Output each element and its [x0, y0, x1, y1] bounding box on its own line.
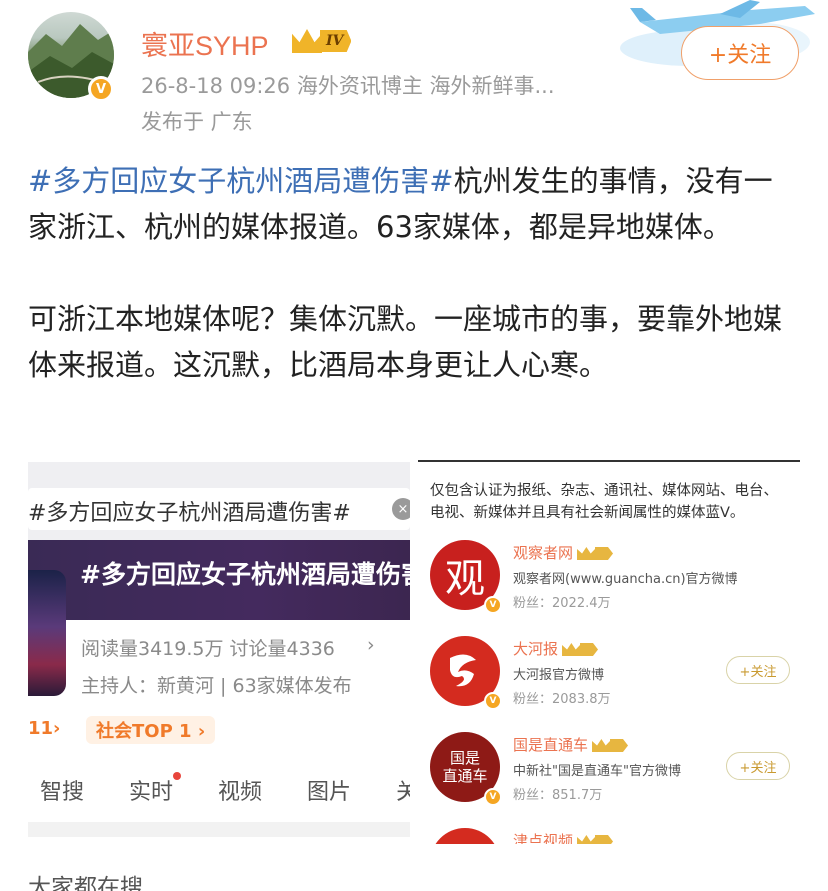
post-text-paragraph2: 可浙江本地媒体呢？集体沉默。一座城市的事，要靠外地媒体来报道。这沉默，比酒局本身… [28, 302, 783, 382]
media-name-text: 津点视频 [513, 832, 574, 844]
media-name[interactable]: 大河报 [513, 638, 599, 659]
follow-button[interactable]: +关注 [726, 752, 790, 780]
rank-badge-social-top[interactable]: 社会TOP 1 › [86, 716, 216, 744]
clear-icon[interactable]: × [392, 498, 410, 520]
media-fans: 粉丝：2083.8万 [513, 692, 611, 707]
crown-icon [577, 547, 614, 560]
tab-realtime[interactable]: 实时 [129, 772, 182, 806]
search-query: #多方回应女子杭州酒局遭伤害# [28, 501, 351, 526]
chevron-right-icon[interactable]: › [367, 634, 375, 656]
verified-badge-icon: V [484, 692, 502, 710]
crown-icon [577, 835, 614, 844]
media-fans: 粉丝：851.7万 [513, 788, 603, 803]
tab-more[interactable]: 关 [396, 774, 410, 806]
verified-badge-icon: V [484, 788, 502, 806]
post-meta: 26-8-18 09:26 海外资讯博主 海外新鲜事... [141, 74, 555, 98]
media-name-text: 观察者网 [513, 544, 574, 562]
rank-badge[interactable]: 11› [28, 718, 60, 739]
attached-image-media-list[interactable]: 仅包含认证为报纸、杂志、通讯社、媒体网站、电台、电视、新媒体并且具有社会新闻属性… [418, 460, 800, 844]
verified-badge-icon: V [88, 76, 114, 102]
media-desc: 中新社"国是直通车"官方微博 [513, 764, 681, 779]
notification-dot-icon [173, 772, 182, 780]
media-name-text: 国是直通车 [513, 736, 589, 754]
post-location: 发布于 广东 [141, 110, 253, 134]
media-item-guancha[interactable]: 观 V 观察者网 观察者网(www.guancha.cn)官方微博 粉丝：202… [430, 540, 800, 626]
follow-button[interactable]: +关注 [726, 656, 790, 684]
tab-smart-search[interactable]: 智搜 [40, 774, 84, 806]
media-fans: 粉丝：2022.4万 [513, 596, 611, 611]
crown-icon [292, 29, 322, 53]
tab-images[interactable]: 图片 [307, 774, 351, 806]
follow-button[interactable]: +关注 [681, 26, 799, 80]
media-list-intro: 仅包含认证为报纸、杂志、通讯社、媒体网站、电台、电视、新媒体并且具有社会新闻属性… [430, 483, 778, 521]
topic-host: 主持人：新黄河 | 63家媒体发布 [81, 675, 352, 697]
search-tabs: 智搜 实时 视频 图片 关 [40, 772, 410, 806]
tab-video[interactable]: 视频 [218, 774, 262, 806]
verified-badge-icon: V [484, 596, 502, 614]
level-label: IV [320, 30, 352, 52]
media-item-dahebao[interactable]: V 大河报 大河报官方微博 粉丝：2083.8万 +关注 [430, 636, 800, 722]
dahe-logo-icon [450, 654, 476, 687]
media-item-guoshi[interactable]: 国是 直通车 V 国是直通车 中新社"国是直通车"官方微博 粉丝：851.7万 … [430, 732, 800, 818]
hashtag-link[interactable]: #多方回应女子杭州酒局遭伤害# [28, 164, 454, 198]
crown-icon [592, 739, 629, 752]
media-name[interactable]: 津点视频 [513, 830, 614, 844]
level-crown-badge: IV [292, 28, 352, 54]
media-item-jindian[interactable]: 津点视频 [430, 828, 800, 844]
media-name-text: 大河报 [513, 640, 559, 658]
topic-stats: 阅读量3419.5万 讨论量4336 [81, 638, 335, 660]
post-text: #多方回应女子杭州酒局遭伤害#杭州发生的事情，没有一家浙江、杭州的媒体报道。63… [28, 158, 798, 388]
attached-image-topic-page[interactable]: #多方回应女子杭州酒局遭伤害# × #多方回应女子杭州酒局遭伤害# 阅读量341… [28, 462, 410, 837]
topic-thumbnail [28, 570, 66, 696]
divider [28, 822, 410, 837]
media-desc: 观察者网(www.guancha.cn)官方微博 [513, 572, 738, 587]
media-desc: 大河报官方微博 [513, 668, 605, 683]
username[interactable]: 寰亚SYHP [141, 24, 269, 63]
media-logo [430, 828, 500, 844]
tab-realtime-label: 实时 [129, 780, 174, 805]
topic-title: #多方回应女子杭州酒局遭伤害# [80, 560, 410, 589]
media-name[interactable]: 观察者网 [513, 542, 614, 563]
crown-icon [562, 643, 599, 656]
trending-searches-heading: 大家都在搜 [28, 875, 143, 891]
media-name[interactable]: 国是直通车 [513, 734, 629, 755]
